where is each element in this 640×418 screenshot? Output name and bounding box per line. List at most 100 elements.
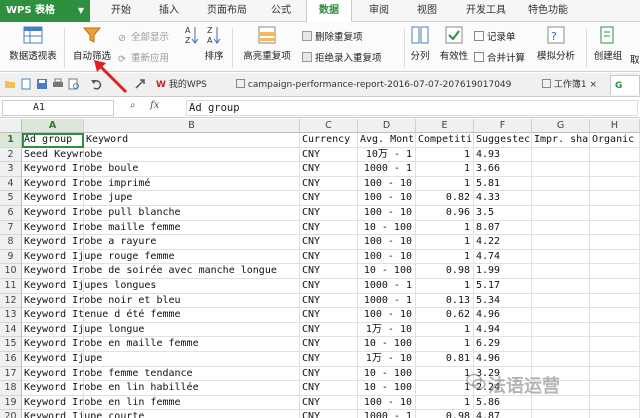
cell-f13[interactable]: 4.96 [474,308,532,323]
cell-d17[interactable]: 10 - 100 [358,366,416,382]
app-menu-button[interactable]: WPS 表格 ▼ [0,0,90,22]
cell-a15[interactable]: Keyword Irobe en maille femme [22,337,199,352]
select-all-corner[interactable] [0,119,22,133]
cell-h1[interactable]: Organic [590,133,640,148]
cell-d19[interactable]: 100 - 10 [358,395,416,411]
cell-a10[interactable]: Keyword Irobe de soirée avec manche long… [22,264,277,279]
cell-g8[interactable] [532,235,590,250]
cell-e7[interactable]: 1 [416,220,474,236]
cell-e12[interactable]: 0.13 [416,293,474,309]
cell-f5[interactable]: 4.33 [474,191,532,206]
folder-icon[interactable] [4,78,16,90]
cell-c9[interactable]: CNY [300,249,358,265]
cell-g7[interactable] [532,220,590,236]
row-header[interactable]: 12 [0,293,22,309]
cell-e4[interactable]: 1 [416,176,474,192]
cell-e3[interactable]: 1 [416,162,474,177]
tab-page-layout[interactable]: 页面布局 [200,0,254,22]
row-header[interactable]: 4 [0,176,22,192]
cell-e2[interactable]: 1 [416,147,474,163]
row-header[interactable]: 8 [0,235,22,250]
cell-h5[interactable] [590,191,640,206]
tab-developer[interactable]: 开发工具 [458,0,514,22]
cell-f20[interactable]: 4.87 [474,410,532,418]
cell-h12[interactable] [590,293,640,309]
row-header[interactable]: 18 [0,381,22,396]
cell-g14[interactable] [532,322,590,338]
tab-workbook1[interactable]: 工作簿1 × [538,75,606,95]
cell-g11[interactable] [532,279,590,294]
cell-d14[interactable]: 1万 - 10 [358,322,416,338]
cell-h19[interactable] [590,395,640,411]
cell-f2[interactable]: 4.93 [474,147,532,163]
row-header[interactable]: 11 [0,279,22,294]
save-icon[interactable] [36,78,48,90]
cell-a13[interactable]: Keyword Itenue d été femme [22,308,181,323]
cell-h17[interactable] [590,366,640,382]
show-all-button[interactable]: ⊘ 全部显示 [118,29,169,44]
column-header-b[interactable]: B [84,119,300,133]
cell-c2[interactable]: CNY [300,147,358,163]
cell-h20[interactable] [590,410,640,418]
cell-f6[interactable]: 3.5 [474,206,532,221]
cell-e9[interactable]: 1 [416,249,474,265]
cell-g4[interactable] [532,176,590,192]
cell-c16[interactable]: CNY [300,352,358,367]
row-header[interactable]: 17 [0,366,22,382]
cell-c19[interactable]: CNY [300,395,358,411]
cell-d2[interactable]: 10万 - 1 [358,147,416,163]
cell-h2[interactable] [590,147,640,163]
cell-c3[interactable]: CNY [300,162,358,177]
column-header-c[interactable]: C [300,119,358,133]
new-file-icon[interactable] [20,78,32,90]
cell-d6[interactable]: 100 - 10 [358,206,416,221]
cell-d18[interactable]: 10 - 100 [358,381,416,396]
cell-c20[interactable]: CNY [300,410,358,418]
row-header[interactable]: 10 [0,264,22,279]
cell-d11[interactable]: 1000 - 1 [358,279,416,294]
column-header-e[interactable]: E [416,119,474,133]
cell-g12[interactable] [532,293,590,309]
cell-f4[interactable]: 5.81 [474,176,532,192]
formula-input[interactable]: Ad group [186,100,638,116]
cell-a9[interactable]: Keyword Ijupe rouge femme [22,249,175,265]
cell-a7[interactable]: Keyword Irobe maille femme [22,220,181,236]
cell-d13[interactable]: 100 - 10 [358,308,416,323]
tab-insert[interactable]: 插入 [152,0,186,22]
cell-b16[interactable] [84,352,300,367]
sort-button[interactable]: ZA 排序 [202,24,226,62]
cell-c15[interactable]: CNY [300,337,358,352]
cell-c18[interactable]: CNY [300,381,358,396]
sort-ascending-button[interactable]: AZ [180,24,204,48]
fx-button[interactable]: fx [150,100,159,111]
cell-h6[interactable] [590,206,640,221]
cell-f7[interactable]: 8.07 [474,220,532,236]
cell-d4[interactable]: 100 - 10 [358,176,416,192]
cell-e6[interactable]: 0.96 [416,206,474,221]
tab-data[interactable]: 数据 [306,0,352,23]
column-header-d[interactable]: D [358,119,416,133]
row-header[interactable]: 16 [0,352,22,367]
cell-e20[interactable]: 0.98 [416,410,474,418]
delete-duplicates-button[interactable]: 删除重复项 [302,29,363,43]
cell-d20[interactable]: 1000 - 1 [358,410,416,418]
tab-view[interactable]: 视图 [410,0,444,22]
cell-f1[interactable]: Suggestec [474,133,532,148]
column-header-g[interactable]: G [532,119,590,133]
cell-c12[interactable]: CNY [300,293,358,309]
tab-formulas[interactable]: 公式 [264,0,298,22]
row-header[interactable]: 13 [0,308,22,323]
cell-d8[interactable]: 100 - 10 [358,235,416,250]
cell-a11[interactable]: Keyword Ijupes longues [22,279,156,294]
row-header[interactable]: 15 [0,337,22,352]
cell-h11[interactable] [590,279,640,294]
tab-features[interactable]: 特色功能 [520,0,576,22]
row-header[interactable]: 9 [0,249,22,265]
cell-g6[interactable] [532,206,590,221]
cell-a19[interactable]: Keyword Irobe en lin femme [22,395,181,411]
highlight-duplicates-button[interactable]: 高亮重复项 [236,24,298,62]
cell-f9[interactable]: 4.74 [474,249,532,265]
row-header[interactable]: 3 [0,162,22,177]
cell-e8[interactable]: 1 [416,235,474,250]
cell-d16[interactable]: 1万 - 10 [358,352,416,367]
